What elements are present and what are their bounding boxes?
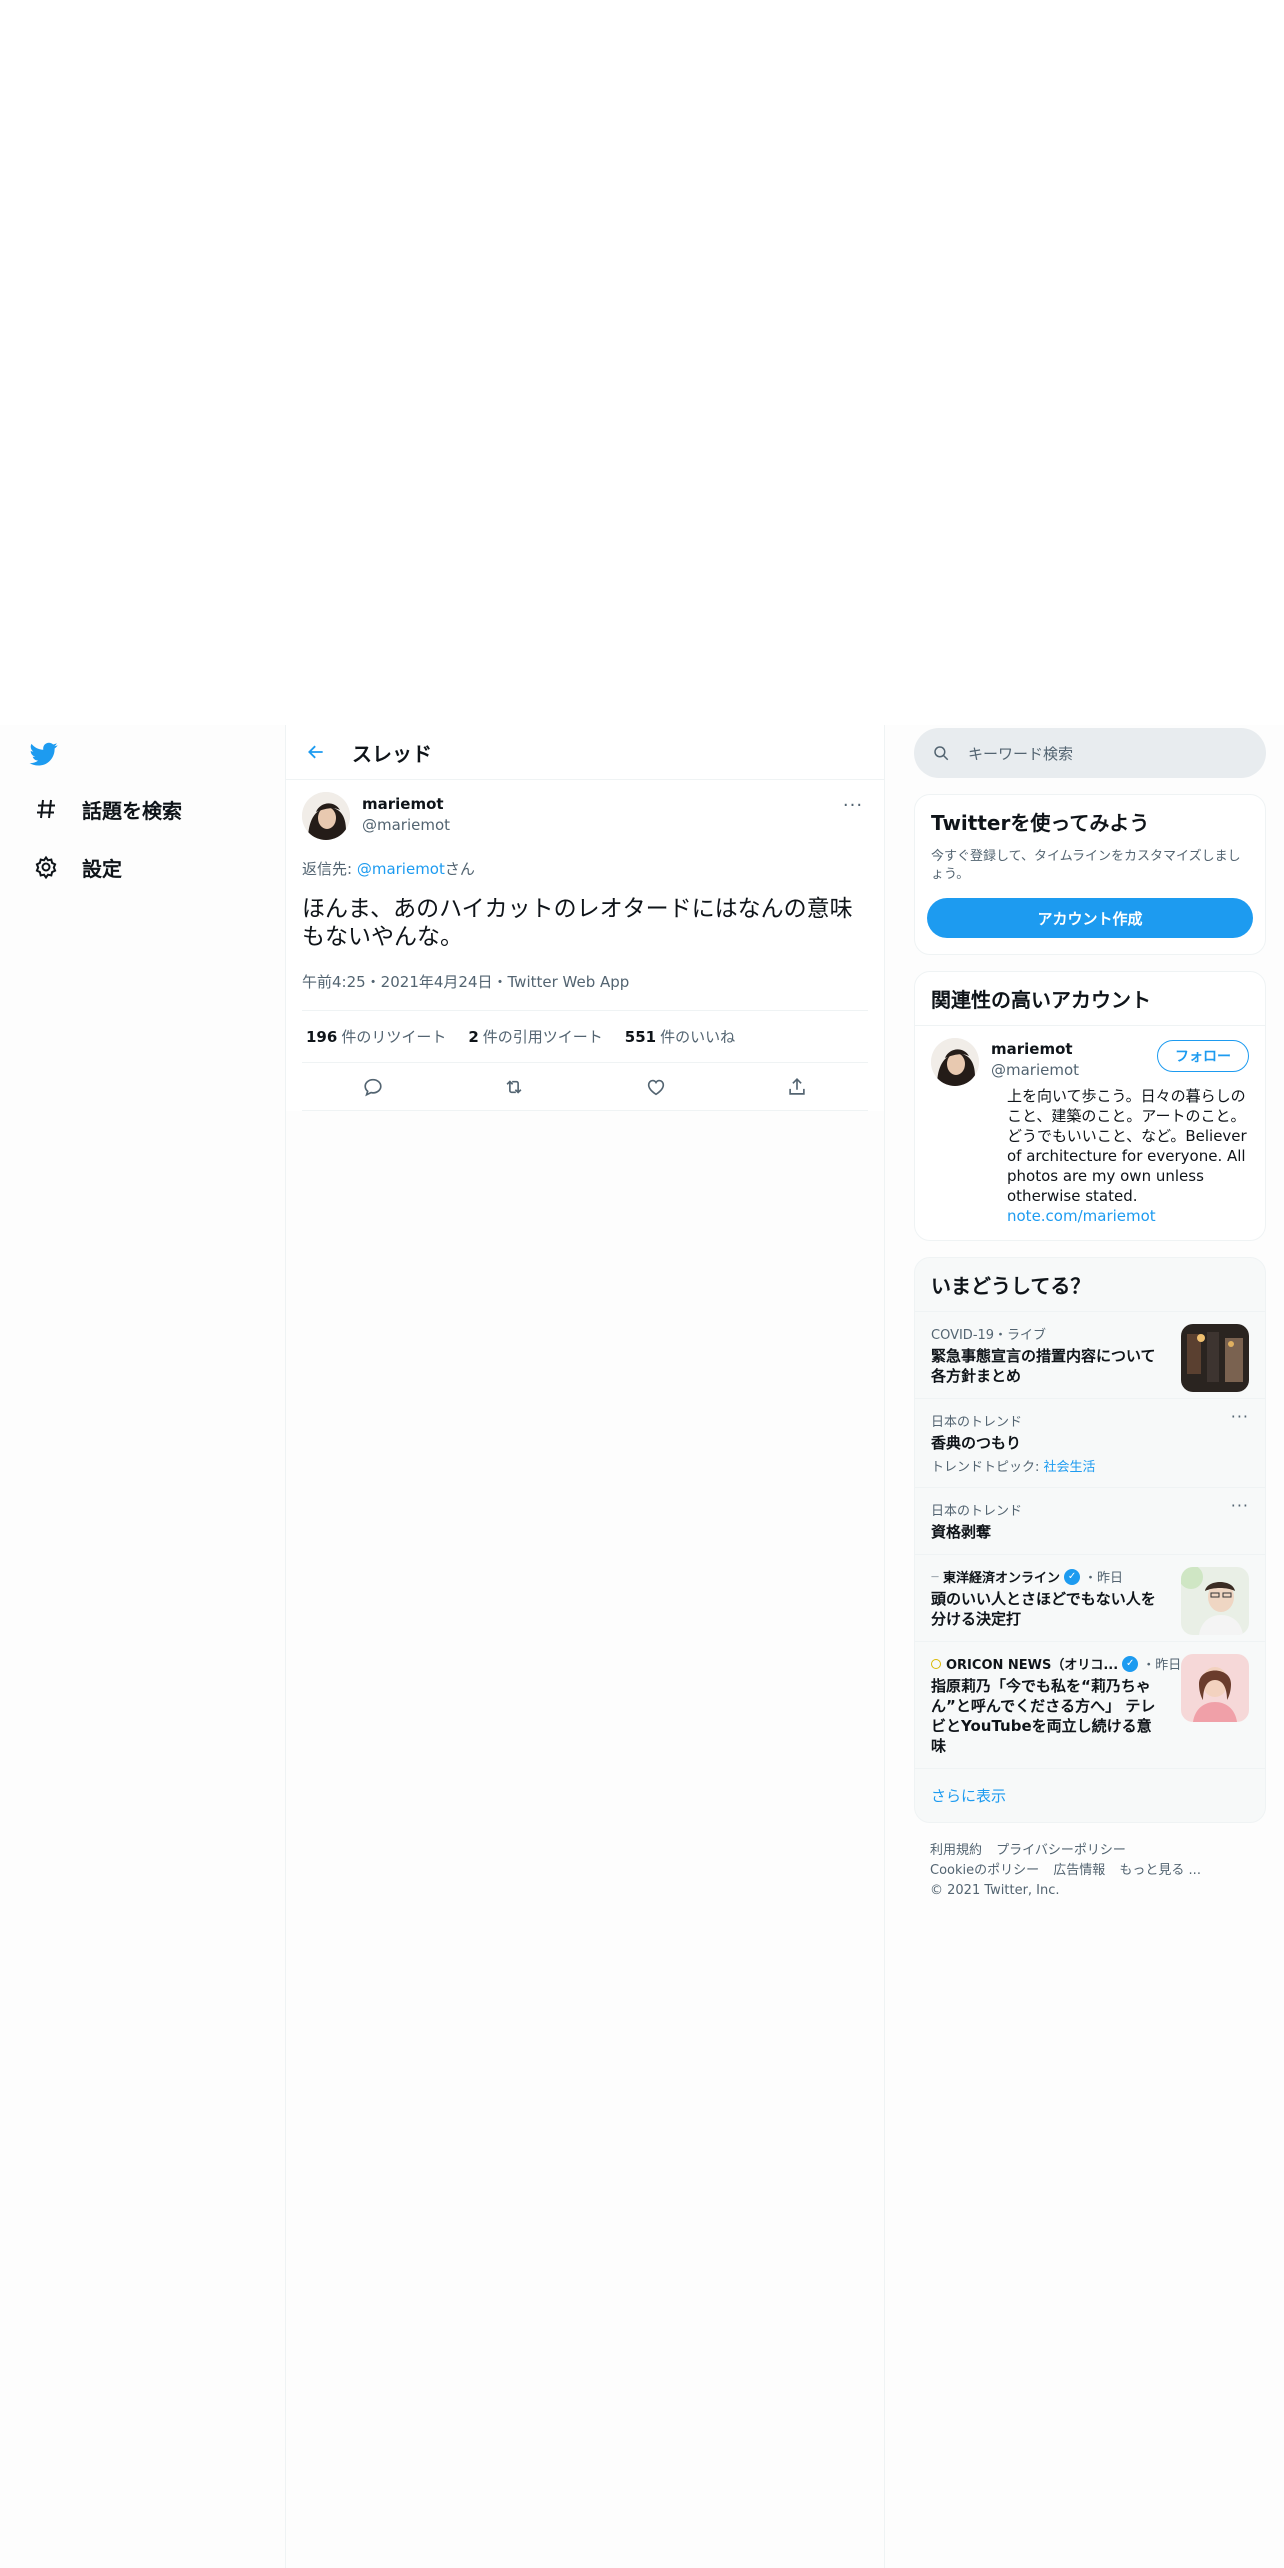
- footer-link-cookies[interactable]: Cookieのポリシー: [930, 1863, 1039, 1878]
- tweet-actions: [302, 1063, 868, 1111]
- main-column: スレッド mariemot @mariemot ··· 返信先: @mariem…: [285, 725, 885, 2568]
- avatar[interactable]: [931, 1038, 979, 1086]
- related-user-handle[interactable]: @mariemot: [991, 1061, 1079, 1079]
- footer-link-terms[interactable]: 利用規約: [930, 1843, 982, 1858]
- signup-title: Twitterを使ってみよう: [931, 811, 1150, 835]
- trend-item[interactable]: 日本のトレンド 香典のつもり トレンドトピック: 社会生活 ···: [915, 1398, 1265, 1487]
- hashtag-icon: [32, 795, 60, 823]
- tweet-source[interactable]: Twitter Web App: [508, 973, 630, 991]
- trends-card: いまどうしてる？ COVID-19・ライブ 緊急事態宣言の措置内容について各方針…: [914, 1257, 1266, 1823]
- search-icon: [934, 746, 949, 761]
- tweet: mariemot @mariemot ··· 返信先: @mariemotさん …: [286, 780, 884, 1111]
- tweet-timestamp: 午前4:25・2021年4月24日・Twitter Web App: [302, 971, 868, 1011]
- trend-context: 日本のトレンド: [931, 1504, 1023, 1519]
- create-account-button[interactable]: アカウント作成: [927, 898, 1253, 938]
- more-icon[interactable]: ···: [838, 790, 868, 820]
- trend-item[interactable]: COVID-19・ライブ 緊急事態宣言の措置内容について各方針まとめ: [915, 1311, 1265, 1398]
- related-user-name[interactable]: mariemot: [991, 1040, 1073, 1058]
- tweet-stats: 196 件のリツイート 2 件の引用ツイート 551 件のいいね: [302, 1011, 868, 1063]
- footer-link-ads[interactable]: 広告情報: [1053, 1863, 1105, 1878]
- reply-handle-link[interactable]: @mariemot: [357, 860, 445, 878]
- related-accounts-card: 関連性の高いアカウント mariemot @mariemot フォロー 上を向い…: [914, 971, 1266, 1241]
- publisher-logo-icon: [931, 1658, 941, 1669]
- more-icon[interactable]: ···: [1231, 1407, 1249, 1426]
- signup-card: Twitterを使ってみよう 今すぐ登録して、タイムラインをカスタマイズしましょ…: [914, 794, 1266, 955]
- sidebar-right: キーワード検索 Twitterを使ってみよう 今すぐ登録して、タイムラインをカス…: [914, 725, 1266, 1901]
- publisher-logo-icon: —: [931, 1572, 939, 1581]
- tweet-text: ほんま、あのハイカットのレオタードにはなんの意味もないやんな。: [302, 896, 853, 950]
- trend-thumbnail: [1181, 1654, 1249, 1722]
- related-title: 関連性の高いアカウント: [931, 988, 1151, 1012]
- reply-to: 返信先: @mariemotさん: [302, 858, 868, 879]
- trend-title: 頭のいい人とさほどでもない人を分ける決定打: [931, 1590, 1156, 1628]
- avatar[interactable]: [302, 792, 350, 840]
- nav-item-label: 話題を検索: [82, 798, 182, 823]
- search-input[interactable]: キーワード検索: [914, 728, 1266, 778]
- like-count[interactable]: 551 件のいいね: [625, 1026, 735, 1047]
- trend-subtitle: トレンドトピック: 社会生活: [931, 1460, 1096, 1475]
- retweet-icon[interactable]: [496, 1069, 532, 1105]
- related-user-bio: 上を向いて歩こう。日々の暮らしのこと、建築のこと。アートのこと。どうでもいいこと…: [1007, 1087, 1247, 1205]
- trend-title: 緊急事態宣言の措置内容について各方針まとめ: [931, 1347, 1156, 1385]
- reply-suffix: さん: [444, 860, 475, 878]
- related-user-link[interactable]: note.com/mariemot: [1007, 1206, 1249, 1226]
- verified-badge-icon: ✓: [1064, 1568, 1081, 1585]
- reply-icon[interactable]: [355, 1069, 391, 1105]
- trends-title: いまどうしてる？: [931, 1274, 1091, 1298]
- trend-context: 日本のトレンド: [931, 1415, 1023, 1430]
- footer-link-more[interactable]: もっと見る ...: [1119, 1863, 1201, 1878]
- nav-item-settings[interactable]: 設定: [32, 843, 122, 891]
- reply-prefix: 返信先:: [302, 860, 357, 878]
- trend-item[interactable]: ORICON NEWS（オリコ... ✓ ・昨日 指原莉乃「今でも私を“莉乃ちゃ…: [915, 1641, 1265, 1768]
- trend-topic-link[interactable]: 社会生活: [1044, 1460, 1096, 1475]
- like-icon[interactable]: [638, 1069, 674, 1105]
- back-button[interactable]: [298, 734, 334, 770]
- signup-subtitle: 今すぐ登録して、タイムラインをカスタマイズしましょう。: [931, 849, 1241, 882]
- search-placeholder: キーワード検索: [968, 744, 1074, 763]
- twitter-logo-icon[interactable]: [28, 740, 64, 770]
- trend-title: 資格剥奪: [931, 1523, 992, 1541]
- nav-item-label: 設定: [82, 856, 122, 881]
- thread-header: スレッド: [286, 725, 884, 780]
- gear-icon: [32, 853, 60, 881]
- tweet-time[interactable]: 午前4:25・2021年4月24日・: [302, 973, 508, 991]
- author-handle[interactable]: @mariemot: [362, 816, 450, 834]
- verified-badge-icon: ✓: [1122, 1655, 1139, 1672]
- trend-thumbnail: [1181, 1324, 1249, 1392]
- footer: 利用規約 プライバシーポリシー Cookieのポリシー 広告情報 もっと見る .…: [914, 1841, 1266, 1901]
- retweet-count[interactable]: 196 件のリツイート: [306, 1026, 446, 1047]
- nav-item-explore[interactable]: 話題を検索: [32, 785, 182, 833]
- trend-item[interactable]: — 東洋経済オンライン ✓ ・昨日 頭のいい人とさほどでもない人を分ける決定打: [915, 1554, 1265, 1641]
- left-navigation: 話題を検索 設定: [0, 725, 285, 2568]
- copyright: © 2021 Twitter, Inc.: [930, 1883, 1060, 1898]
- footer-link-privacy[interactable]: プライバシーポリシー: [996, 1843, 1126, 1858]
- more-icon[interactable]: ···: [1231, 1496, 1249, 1515]
- show-more-link[interactable]: さらに表示: [915, 1768, 1265, 1822]
- tweet-header: mariemot @mariemot ···: [302, 780, 868, 850]
- author-name[interactable]: mariemot: [362, 795, 444, 813]
- related-user[interactable]: mariemot @mariemot フォロー 上を向いて歩こう。日々の暮らしの…: [915, 1025, 1265, 1240]
- share-icon[interactable]: [779, 1069, 815, 1105]
- trend-thumbnail: [1181, 1567, 1249, 1635]
- page-title: スレッド: [352, 741, 432, 766]
- trend-item[interactable]: 日本のトレンド 資格剥奪 ···: [915, 1487, 1265, 1554]
- trend-title: 指原莉乃「今でも私を“莉乃ちゃん”と呼んでくださる方へ」 テレビとYouTube…: [931, 1677, 1156, 1755]
- trend-title: 香典のつもり: [931, 1434, 1022, 1452]
- arrow-left-icon: [308, 745, 323, 759]
- follow-button[interactable]: フォロー: [1157, 1040, 1249, 1072]
- quote-count[interactable]: 2 件の引用ツイート: [468, 1026, 602, 1047]
